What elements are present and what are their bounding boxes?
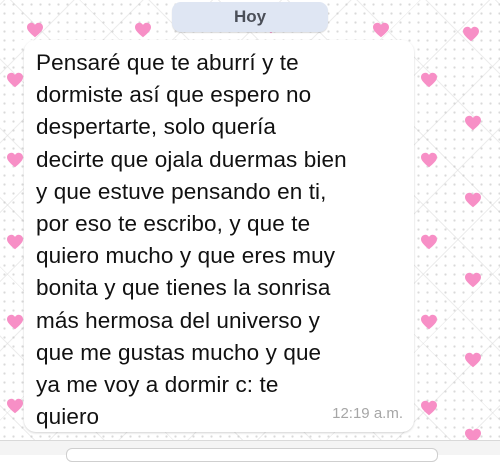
heart-icon (462, 26, 480, 42)
message-text: Pensaré que te aburrí y te dormiste así … (36, 50, 347, 430)
heart-icon (420, 72, 438, 88)
date-separator: Hoy (172, 2, 328, 32)
heart-icon (26, 22, 44, 38)
heart-icon (6, 152, 24, 168)
heart-icon (464, 428, 482, 440)
heart-icon (6, 234, 24, 250)
heart-icon (420, 314, 438, 330)
heart-icon (372, 22, 390, 38)
message-timestamp: 12:19 a.m. (332, 405, 403, 422)
heart-icon (6, 314, 24, 330)
heart-icon (464, 352, 482, 368)
heart-icon (420, 400, 438, 416)
heart-icon (464, 272, 482, 288)
message-input[interactable] (66, 448, 438, 462)
heart-icon (420, 234, 438, 250)
heart-icon (6, 398, 24, 414)
heart-icon (464, 192, 482, 208)
heart-icon (464, 115, 482, 131)
heart-icon (134, 22, 152, 38)
date-separator-label: Hoy (233, 7, 267, 26)
heart-icon (420, 152, 438, 168)
heart-icon (6, 72, 24, 88)
